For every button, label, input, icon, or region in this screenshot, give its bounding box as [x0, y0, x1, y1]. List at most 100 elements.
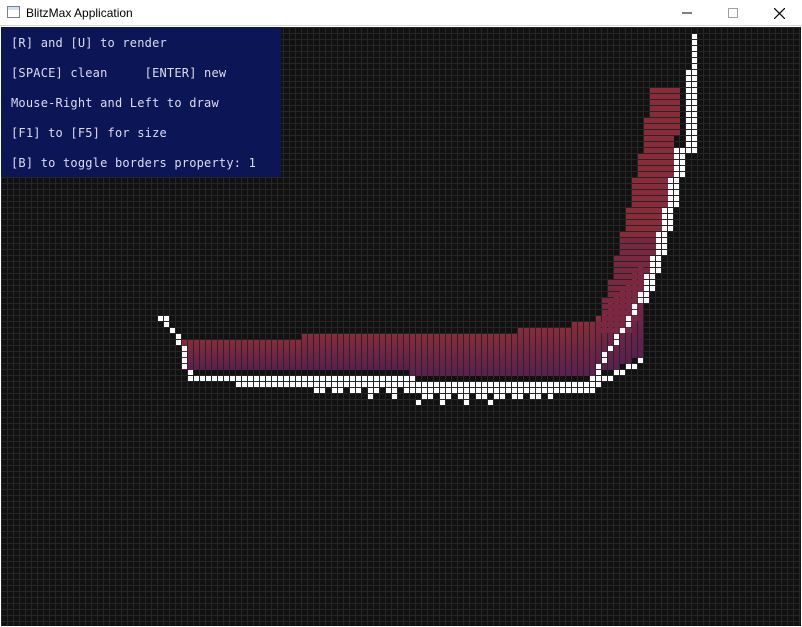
- border-cell: [548, 394, 553, 399]
- border-cell: [530, 394, 535, 399]
- border-cell: [686, 106, 691, 111]
- border-cell: [524, 388, 529, 393]
- border-cell: [566, 382, 571, 387]
- border-cell: [476, 382, 481, 387]
- fill-row: [596, 328, 632, 333]
- border-cell: [296, 376, 301, 381]
- border-cell: [626, 364, 631, 369]
- fill-column: [362, 334, 367, 370]
- border-cell: [368, 376, 373, 381]
- maximize-button[interactable]: [710, 0, 756, 26]
- fill-column: [266, 340, 271, 370]
- border-cell: [596, 376, 601, 381]
- drawing-canvas[interactable]: [R] and [U] to render [SPACE] clean [ENT…: [1, 27, 801, 626]
- fill-column: [434, 334, 439, 376]
- border-cell: [572, 382, 577, 387]
- border-cell: [476, 394, 481, 399]
- border-cell: [392, 376, 397, 381]
- fill-row: [632, 202, 668, 207]
- border-cell: [440, 394, 445, 399]
- border-cell: [374, 376, 379, 381]
- border-cell: [392, 382, 397, 387]
- help-panel: [R] and [U] to render [SPACE] clean [ENT…: [1, 27, 281, 177]
- border-cell: [656, 250, 661, 255]
- border-cell: [668, 190, 673, 195]
- border-cell: [632, 364, 637, 369]
- border-cell: [686, 142, 691, 147]
- border-cell: [302, 382, 307, 387]
- fill-row: [626, 214, 662, 219]
- fill-column: [224, 340, 229, 370]
- border-cell: [230, 376, 235, 381]
- border-cell: [440, 400, 445, 405]
- fill-row: [632, 196, 668, 201]
- fill-column: [356, 334, 361, 370]
- border-cell: [692, 130, 697, 135]
- border-cell: [302, 376, 307, 381]
- border-cell: [260, 376, 265, 381]
- minimize-button[interactable]: [664, 0, 710, 26]
- fill-column: [350, 334, 355, 370]
- border-cell: [290, 382, 295, 387]
- fill-column: [386, 334, 391, 370]
- fill-column: [404, 334, 409, 370]
- border-cell: [458, 382, 463, 387]
- border-cell: [614, 370, 619, 375]
- border-cell: [620, 328, 625, 333]
- fill-row: [608, 280, 644, 285]
- border-cell: [680, 166, 685, 171]
- border-cell: [560, 382, 565, 387]
- close-button[interactable]: [756, 0, 802, 26]
- border-cell: [656, 232, 661, 237]
- border-cell: [452, 388, 457, 393]
- border-cell: [650, 280, 655, 285]
- fill-column: [338, 334, 343, 370]
- border-cell: [224, 376, 229, 381]
- border-cell: [602, 376, 607, 381]
- border-cell: [542, 388, 547, 393]
- border-cell: [686, 100, 691, 105]
- window-title: BlitzMax Application: [26, 6, 133, 20]
- border-cell: [392, 394, 397, 399]
- border-cell: [578, 382, 583, 387]
- border-cell: [188, 376, 193, 381]
- border-cell: [428, 382, 433, 387]
- border-cell: [692, 52, 697, 57]
- fill-column: [332, 334, 337, 370]
- border-cell: [506, 382, 511, 387]
- fill-column: [296, 340, 301, 370]
- border-cell: [164, 316, 169, 321]
- border-cell: [626, 316, 631, 321]
- border-cell: [500, 394, 505, 399]
- fill-column: [254, 340, 259, 370]
- fill-column: [248, 340, 253, 370]
- fill-row: [650, 94, 680, 99]
- border-cell: [278, 382, 283, 387]
- fill-row: [614, 256, 650, 261]
- border-cell: [488, 388, 493, 393]
- border-cell: [674, 148, 679, 153]
- title-bar[interactable]: BlitzMax Application: [0, 0, 802, 26]
- border-cell: [674, 196, 679, 201]
- fill-column: [398, 334, 403, 370]
- border-cell: [572, 388, 577, 393]
- border-cell: [248, 382, 253, 387]
- border-cell: [662, 238, 667, 243]
- border-cell: [632, 310, 637, 315]
- border-cell: [692, 82, 697, 87]
- border-cell: [692, 100, 697, 105]
- border-cell: [668, 196, 673, 201]
- border-cell: [674, 190, 679, 195]
- border-cell: [278, 376, 283, 381]
- fill-column: [446, 334, 451, 376]
- fill-column: [524, 328, 529, 376]
- border-cell: [482, 388, 487, 393]
- border-cell: [674, 202, 679, 207]
- border-cell: [518, 394, 523, 399]
- border-cell: [362, 376, 367, 381]
- border-cell: [416, 388, 421, 393]
- border-cell: [392, 388, 397, 393]
- border-cell: [686, 94, 691, 99]
- border-cell: [692, 112, 697, 117]
- border-cell: [422, 388, 427, 393]
